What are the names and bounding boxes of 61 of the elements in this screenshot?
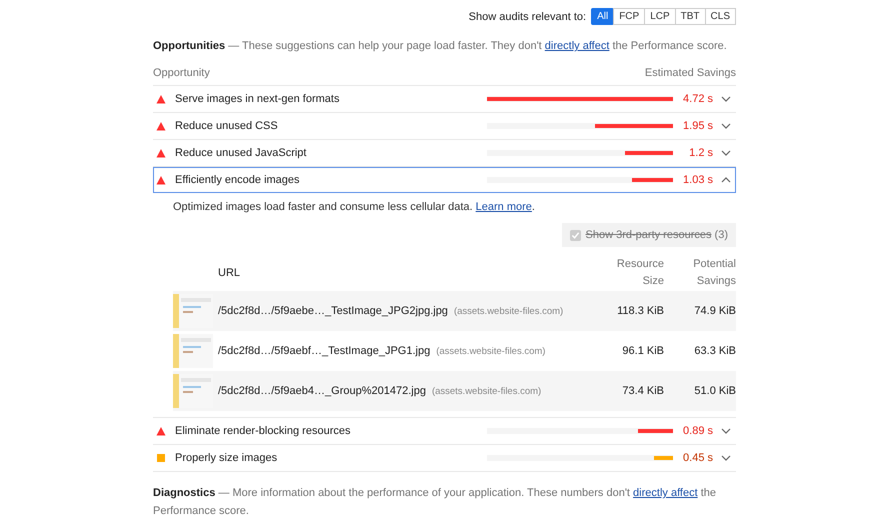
size-cell-text: 96.1 KiB [621,345,664,357]
audit-row[interactable]: Eliminate render-blocking resources 0.89 s [153,418,736,444]
chevron-down-icon[interactable] [721,150,731,156]
savings-value: 1.2 s [688,147,713,159]
audit-row[interactable]: Reduce unused JavaScript 1.2 s [153,140,736,166]
savings-value: 4.72 s [682,93,713,105]
audit-title: Properly size images [175,452,278,464]
warning-triangle-icon [156,121,166,131]
warning-triangle-icon [156,94,166,104]
column-header: URL [217,266,242,280]
warning-triangle-icon [156,175,166,185]
filter-button[interactable]: LCP [644,8,676,25]
savings-value: 1.03 s [682,174,713,186]
audit-row[interactable]: Efficiently encode images 1.03 s [153,167,736,193]
savings-cell-text: 74.9 KiB [693,305,736,317]
column-header: Potential Savings [692,257,736,289]
savings-cell-text: 63.3 KiB [693,345,736,357]
warning-triangle-icon [156,426,166,436]
audit-description: Optimized images load faster and consume less cellular data. Learn more. [173,201,536,213]
warning-triangle-icon [156,148,166,158]
chevron-down-icon[interactable] [721,123,731,129]
url-cell: /5dc2f8d…/5f9aebe…_TestImage_JPG2jpg.jpg [218,305,448,317]
size-cell-text: 118.3 KiB [616,305,664,317]
url-cell: /5dc2f8d…/5f9aeb4…_Group%201472.jpg [218,385,426,397]
host-cell-text: (assets.website-files.com) [432,386,542,396]
directly-affect-link[interactable]: directly affect [633,487,698,499]
savings-value: 1.95 s [682,120,713,132]
directly-affect-link[interactable]: directly affect [544,40,610,52]
filter-button[interactable]: TBT [674,8,706,25]
audit-row[interactable]: Reduce unused CSS 1.95 s [153,113,736,139]
filter-button[interactable]: FCP [613,8,646,25]
audit-title: Efficiently encode images [175,174,301,186]
column-header: Opportunity [153,67,210,79]
audit-title: Reduce unused JavaScript [175,147,308,159]
image-thumbnail [173,334,213,368]
audit-row[interactable]: Serve images in next-gen formats 4.72 s [153,86,736,112]
audit-title: Eliminate render-blocking resources [175,425,352,437]
savings-value: 0.45 s [682,452,713,464]
chevron-down-icon[interactable] [721,96,731,102]
filter-button[interactable]: CLS [704,8,736,25]
column-header: Estimated Savings [644,67,736,79]
square-icon [156,453,166,463]
checkmark-icon [570,230,580,240]
audit-title: Serve images in next-gen formats [175,93,340,105]
chevron-up-icon[interactable] [721,177,731,183]
url-cell: /5dc2f8d…/5f9aebf…_TestImage_JPG1.jpg [218,345,430,357]
host-cell-text: (assets.website-files.com) [454,306,564,316]
learn-more-link[interactable]: Learn more [476,201,532,213]
chevron-down-icon[interactable] [721,428,731,434]
audit-title: Reduce unused CSS [175,120,279,132]
savings-cell-text: 51.0 KiB [693,385,736,397]
section-description: Opportunities — These suggestions can help your page load faster. They don't directly affect the Performance score. [153,39,728,54]
section-description: Diagnostics — More information about the performance of your application. These numbers don't directly affect the Performance score. [153,486,718,519]
audit-row[interactable]: Properly size images 0.45 s [153,445,736,471]
size-cell-text: 73.4 KiB [621,385,664,397]
host-cell-text: (assets.website-files.com) [436,346,546,356]
filter-button[interactable]: All [591,8,614,25]
filter-label: Show audits relevant to: [468,10,586,22]
savings-value: 0.89 s [682,425,713,437]
chevron-down-icon[interactable] [721,455,731,461]
column-header: Resource Size [616,257,664,289]
